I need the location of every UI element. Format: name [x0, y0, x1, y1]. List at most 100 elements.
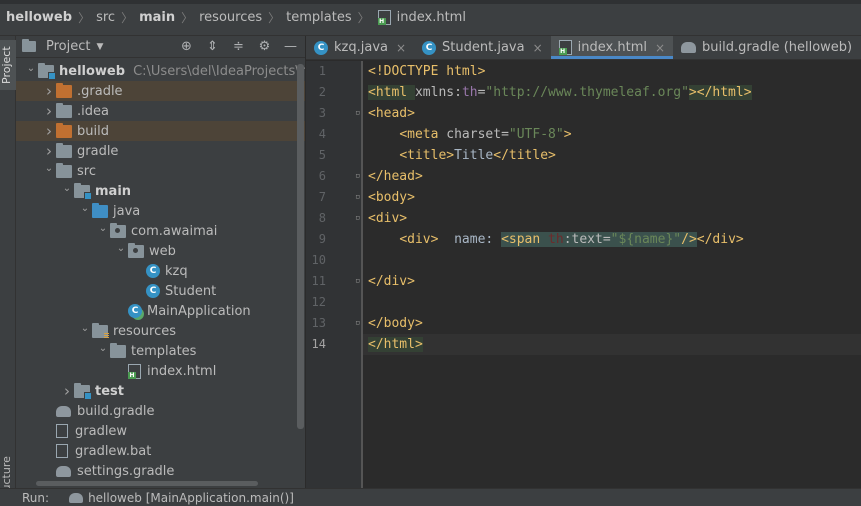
close-icon[interactable]: ×: [655, 41, 665, 55]
project-tree-scrollbar[interactable]: [297, 64, 304, 429]
chevron-right-icon[interactable]: ›: [42, 142, 56, 160]
breadcrumb-src[interactable]: src: [96, 10, 115, 25]
code-line-5: <title>Title</title>: [399, 148, 556, 163]
tool-tab-project[interactable]: Project: [0, 40, 16, 90]
chevron-right-icon[interactable]: ›: [42, 82, 56, 100]
project-panel-title[interactable]: Project: [46, 39, 90, 54]
gradle-icon: [56, 465, 71, 477]
chevron-down-icon[interactable]: ⌄: [60, 183, 74, 194]
editor-tab[interactable]: C Student.java ×: [414, 36, 551, 59]
tree-node-label: .idea: [77, 103, 109, 119]
tree-node[interactable]: ⌄ java: [16, 201, 305, 221]
code-line-13: </body>: [368, 316, 423, 331]
tree-node[interactable]: ⌄ helloweb C:\Users\del\IdeaProjects\hello: [16, 61, 306, 81]
project-tree-horizontal-scrollbar[interactable]: [36, 481, 258, 486]
navigation-breadcrumb: helloweb 〉 src 〉 main 〉 resources 〉 temp…: [0, 0, 861, 36]
tree-node[interactable]: index.html: [16, 361, 305, 381]
chevron-down-icon[interactable]: ⌄: [24, 63, 38, 74]
chevron-right-icon[interactable]: ›: [42, 122, 56, 140]
gradle-icon: [69, 492, 84, 503]
fold-marker-icon[interactable]: ▫: [355, 276, 360, 286]
tree-node-label: MainApplication: [147, 303, 251, 319]
folder-icon: [56, 162, 72, 178]
code-line-8: <div>: [368, 211, 408, 226]
fold-marker-icon[interactable]: ▫: [355, 213, 360, 223]
tree-node[interactable]: ⌄ templates: [16, 341, 305, 361]
chevron-down-icon[interactable]: ▼: [96, 42, 103, 52]
breadcrumb-templates[interactable]: templates: [286, 10, 351, 25]
fold-marker-icon[interactable]: ▫: [355, 192, 360, 202]
chevron-down-icon[interactable]: ⌄: [114, 243, 128, 254]
tree-node[interactable]: ⌄ com.awaimai: [16, 221, 305, 241]
close-icon[interactable]: ×: [396, 41, 406, 55]
code-line-3: <head>: [368, 106, 415, 121]
line-number: 14: [311, 337, 326, 351]
excluded-folder-icon: [56, 122, 72, 138]
chevron-down-icon[interactable]: ⌄: [96, 343, 110, 354]
breadcrumb-file[interactable]: index.html: [397, 10, 466, 25]
editor-area: Ckzq.java × C Student.java × index.html × build…: [306, 36, 861, 488]
locate-icon[interactable]: ⊕: [178, 38, 195, 55]
tree-node[interactable]: › gradle: [16, 141, 305, 161]
tree-node[interactable]: settings.gradle: [16, 461, 305, 481]
menu-bar-edge: [0, 0, 861, 4]
gradle-icon: [681, 42, 697, 53]
expand-all-icon[interactable]: ⇕: [204, 38, 221, 55]
editor-tabs: Ckzq.java × C Student.java × index.html × build…: [306, 36, 861, 60]
fold-marker-icon[interactable]: ▫: [355, 318, 360, 328]
editor-tab[interactable]: build.gradle (helloweb)×: [673, 36, 861, 59]
tree-node-label: java: [113, 203, 141, 219]
tree-node[interactable]: gradlew: [16, 421, 305, 441]
breadcrumb-main[interactable]: main: [139, 10, 175, 25]
current-line-highlight: [363, 334, 861, 355]
tree-node-label: main: [95, 183, 132, 199]
code-line-7: <body>: [368, 190, 415, 205]
tree-node-path: C:\Users\del\IdeaProjects\hello: [133, 63, 306, 79]
tree-node[interactable]: C MainApplication: [16, 301, 305, 321]
tree-node[interactable]: ⌄ resources: [16, 321, 305, 341]
fold-marker-icon[interactable]: ▫: [355, 171, 360, 181]
tree-node[interactable]: build.gradle: [16, 401, 305, 421]
tree-node[interactable]: › .idea: [16, 101, 305, 121]
chevron-down-icon[interactable]: ⌄: [42, 163, 56, 174]
html-file-icon: [558, 40, 572, 55]
run-configuration-tab[interactable]: helloweb [MainApplication.main()]: [88, 491, 294, 505]
tree-node[interactable]: gradlew.bat: [16, 441, 305, 461]
chevron-down-icon[interactable]: ⌄: [78, 203, 92, 214]
line-number: 1: [318, 64, 326, 78]
chevron-right-icon[interactable]: ›: [42, 102, 56, 120]
tree-node[interactable]: ⌄ main: [16, 181, 305, 201]
module-folder-icon: [74, 382, 92, 400]
fold-marker-icon[interactable]: ▫: [355, 108, 360, 118]
tree-node[interactable]: › build: [16, 121, 305, 141]
code-line-1: <!DOCTYPE html>: [368, 64, 486, 79]
close-icon[interactable]: ×: [533, 41, 543, 55]
tree-node[interactable]: › .gradle: [16, 81, 305, 101]
project-tree: ⌄ helloweb C:\Users\del\IdeaProjects\hello…: [16, 61, 306, 481]
editor-tab[interactable]: Ckzq.java ×: [306, 36, 414, 59]
excluded-folder-icon: [56, 82, 72, 98]
tree-node[interactable]: C Student: [16, 281, 305, 301]
breadcrumb-resources[interactable]: resources: [199, 10, 262, 25]
run-label: Run:: [22, 490, 50, 505]
gear-icon[interactable]: ⚙: [256, 38, 273, 55]
tree-node[interactable]: ⌄ web: [16, 241, 305, 261]
html-file-icon: [377, 10, 391, 25]
chevron-down-icon[interactable]: ⌄: [96, 223, 110, 234]
breadcrumb-project[interactable]: helloweb: [6, 10, 72, 25]
minimize-icon[interactable]: —: [282, 38, 299, 55]
collapse-all-icon[interactable]: ≑: [230, 38, 247, 55]
tree-node[interactable]: › test: [16, 381, 305, 401]
code-line-4: <meta charset="UTF-8">: [399, 127, 572, 142]
chevron-right-icon[interactable]: ›: [60, 382, 74, 400]
tree-node[interactable]: Ckzq: [16, 261, 305, 281]
package-icon: [128, 242, 144, 258]
line-number: 6: [318, 169, 326, 183]
tree-node[interactable]: ⌄ src: [16, 161, 305, 181]
tree-node-label: index.html: [147, 363, 217, 379]
editor-tab[interactable]: index.html ×: [550, 36, 674, 59]
breadcrumb-separator-icon: 〉: [181, 11, 194, 25]
code-editor[interactable]: <!DOCTYPE html> <html xmlns:th="http://w…: [363, 61, 861, 488]
chevron-down-icon[interactable]: ⌄: [78, 323, 92, 334]
project-view-icon: [22, 39, 36, 52]
